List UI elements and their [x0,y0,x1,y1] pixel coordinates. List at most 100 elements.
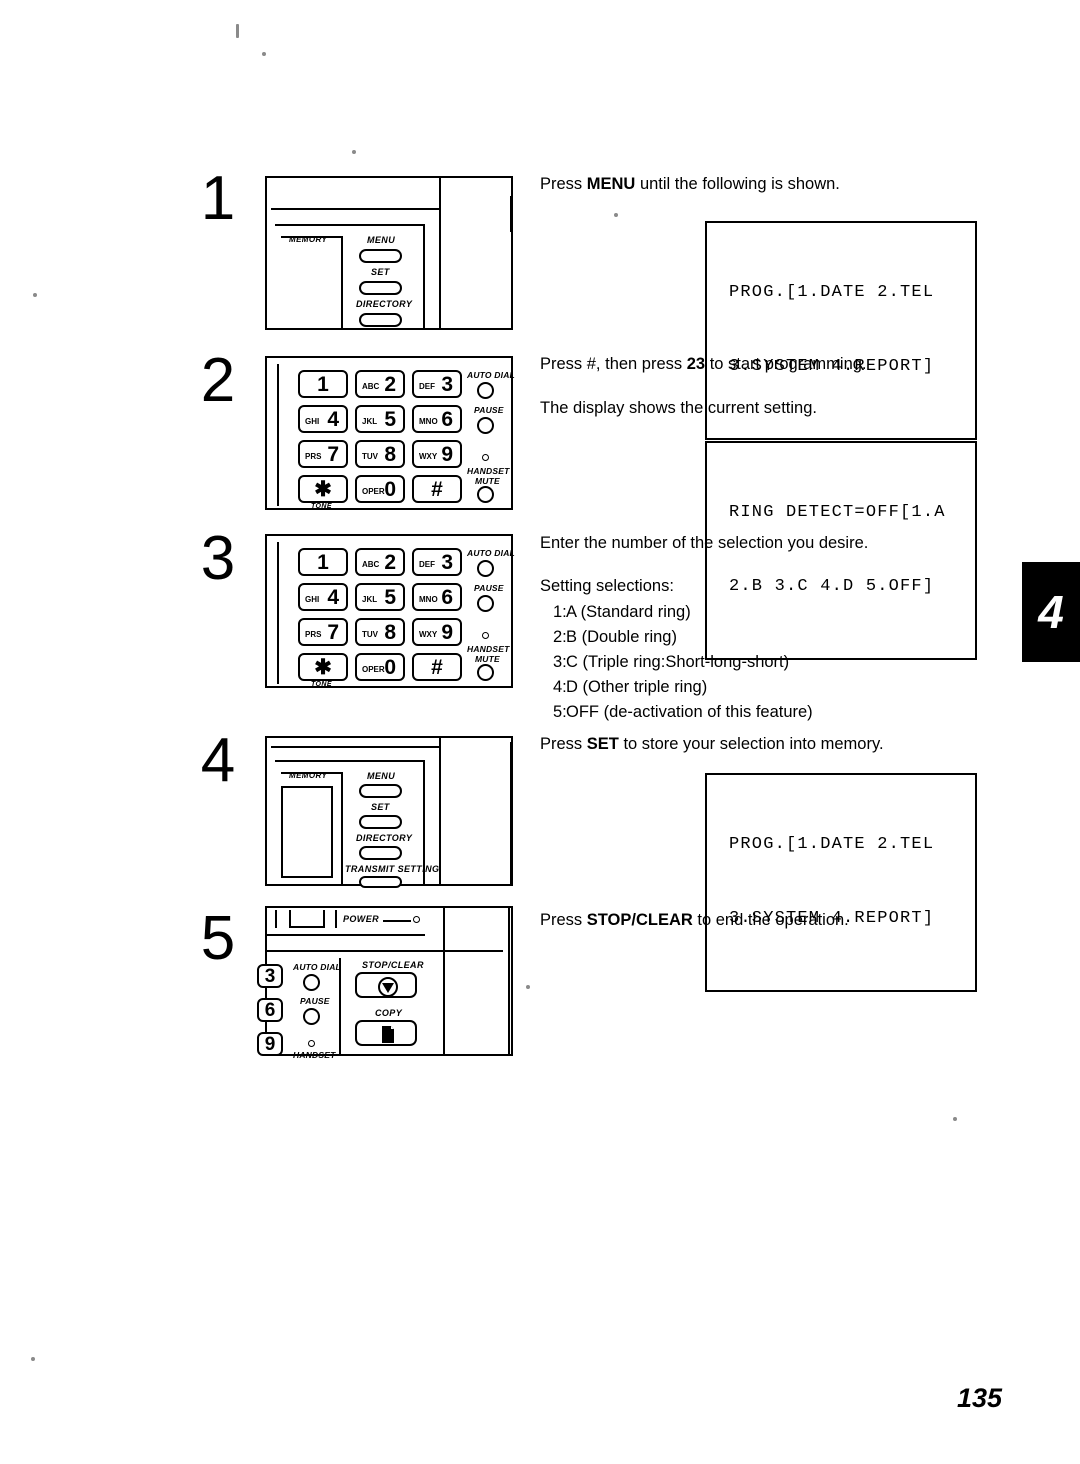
menu-label: MENU [367,771,396,781]
key-digit: 4 [327,585,339,609]
key-digit: 6 [264,999,276,1021]
handset-label: HANDSET [467,644,510,654]
key-digit: 1 [317,372,329,396]
instruction-text-pre: Press [540,911,587,929]
lcd-line-1: PROG.[1.DATE 2.TEL [729,283,935,303]
manual-page: 1 MEMORY MENU SET DIRECTORY Press MENU u… [0,0,1080,1464]
auto-dial-button[interactable] [477,382,494,399]
handset-mute-button[interactable] [477,664,494,681]
menu-button[interactable] [359,784,402,798]
transmit-setting-label: TRANSMIT SETTING [345,864,440,874]
key-7[interactable]: PRS 7 [298,618,348,646]
auto-dial-button[interactable] [303,974,320,991]
handset-cradle-line [289,926,325,928]
key-digit: 3 [264,965,276,987]
key-3-partial[interactable]: 3 [257,964,283,988]
key-0[interactable]: OPER 0 [355,653,405,681]
auto-dial-button[interactable] [477,560,494,577]
set-button[interactable] [359,815,402,829]
step-1-instruction: Press MENU until the following is shown. [540,172,840,197]
key-digit: 3 [441,372,453,396]
tone-label: TONE [311,681,332,688]
mute-label: MUTE [475,476,500,486]
key-9[interactable]: WXY 9 [412,440,462,468]
directory-button[interactable] [359,313,402,327]
display-bezel-line [341,236,343,328]
key-hash[interactable]: # [412,653,462,681]
key-digit: # [431,477,443,501]
copy-button[interactable] [355,1020,417,1046]
instruction-text-pre: Press [540,735,587,753]
key-9-partial[interactable]: 9 [257,1032,283,1056]
instruction-text-post: until the following is shown. [635,175,840,193]
key-digit: ✱ [314,655,332,679]
key-digit: 2 [384,550,396,574]
key-8[interactable]: TUV 8 [355,440,405,468]
instruction-keyword: MENU [586,175,636,193]
key-digit: 7 [327,442,339,466]
instruction-text-post: to start programming. [705,355,867,373]
handset-mute-button[interactable] [477,486,494,503]
pause-button[interactable] [303,1008,320,1025]
key-alpha: GHI [305,417,320,426]
selection-label: D (Other triple ring) [566,678,708,697]
key-alpha: GHI [305,595,320,604]
mute-label: MUTE [475,654,500,664]
menu-button[interactable] [359,249,402,263]
key-3[interactable]: DEF 3 [412,370,462,398]
power-indicator-icon [413,916,420,923]
key-asterisk[interactable]: ✱ [298,475,348,503]
power-leader-line [383,920,411,922]
key-7[interactable]: PRS 7 [298,440,348,468]
key-alpha: OPER [362,665,385,674]
key-digit: 6 [441,585,453,609]
key-alpha: JKL [362,595,378,604]
key-alpha: TUV [362,630,378,639]
key-1[interactable]: 1 [298,370,348,398]
list-item: 1:A (Standard ring) [540,600,813,625]
key-digit: 0 [384,477,396,501]
key-5[interactable]: JKL 5 [355,583,405,611]
lcd-window-border [281,786,283,878]
pause-button[interactable] [477,417,494,434]
scan-speck [33,293,37,297]
key-6[interactable]: MNO 6 [412,583,462,611]
key-1[interactable]: 1 [298,548,348,576]
key-4[interactable]: GHI 4 [298,405,348,433]
handset-label: HANDSET [467,466,510,476]
scan-speck [614,213,618,217]
set-button[interactable] [359,281,402,295]
key-2[interactable]: ABC 2 [355,548,405,576]
key-9[interactable]: WXY 9 [412,618,462,646]
key-5[interactable]: JKL 5 [355,405,405,433]
display-bezel-line [341,772,343,884]
directory-button[interactable] [359,846,402,860]
key-3[interactable]: DEF 3 [412,548,462,576]
transmit-setting-button[interactable] [359,876,402,888]
key-digit: 0 [384,655,396,679]
key-hash[interactable]: # [412,475,462,503]
handset-cradle-outline [267,934,425,936]
menu-label: MENU [367,235,396,245]
handset-cradle-line [323,910,325,928]
key-2[interactable]: ABC 2 [355,370,405,398]
stop-clear-button[interactable] [355,972,417,998]
directory-label: DIRECTORY [356,299,413,309]
key-asterisk[interactable]: ✱ [298,653,348,681]
set-label: SET [371,802,390,812]
key-8[interactable]: TUV 8 [355,618,405,646]
key-0[interactable]: OPER 0 [355,475,405,503]
key-6-partial[interactable]: 6 [257,998,283,1022]
selection-key: 1: [553,603,567,621]
key-alpha: PRS [305,630,322,639]
instruction-keyword: 23 [686,355,706,373]
pause-label: PAUSE [474,583,504,593]
key-4[interactable]: GHI 4 [298,583,348,611]
pause-button[interactable] [477,595,494,612]
key-6[interactable]: MNO 6 [412,405,462,433]
panel-edge-line [443,908,445,1056]
handset-cradle-line [335,910,337,928]
lcd-line-2: 2.B 3.C 4.D 5.OFF] [729,577,935,597]
handset-indicator-icon [482,454,489,461]
auto-dial-label: AUTO DIAL [467,370,515,380]
